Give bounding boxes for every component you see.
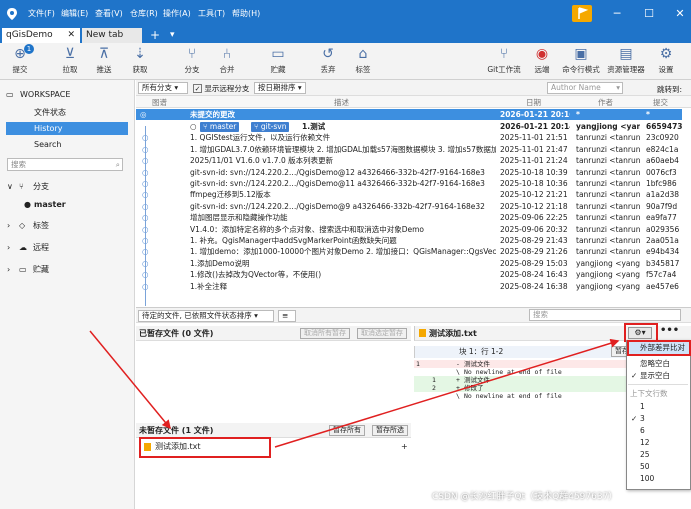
arrow-to-gear	[274, 338, 620, 448]
annotation-arrows	[89, 330, 620, 448]
arrow-to-file	[89, 330, 171, 430]
watermark: CSDN @长沙红胖子Qt（技术Q群4597637）	[432, 492, 618, 502]
